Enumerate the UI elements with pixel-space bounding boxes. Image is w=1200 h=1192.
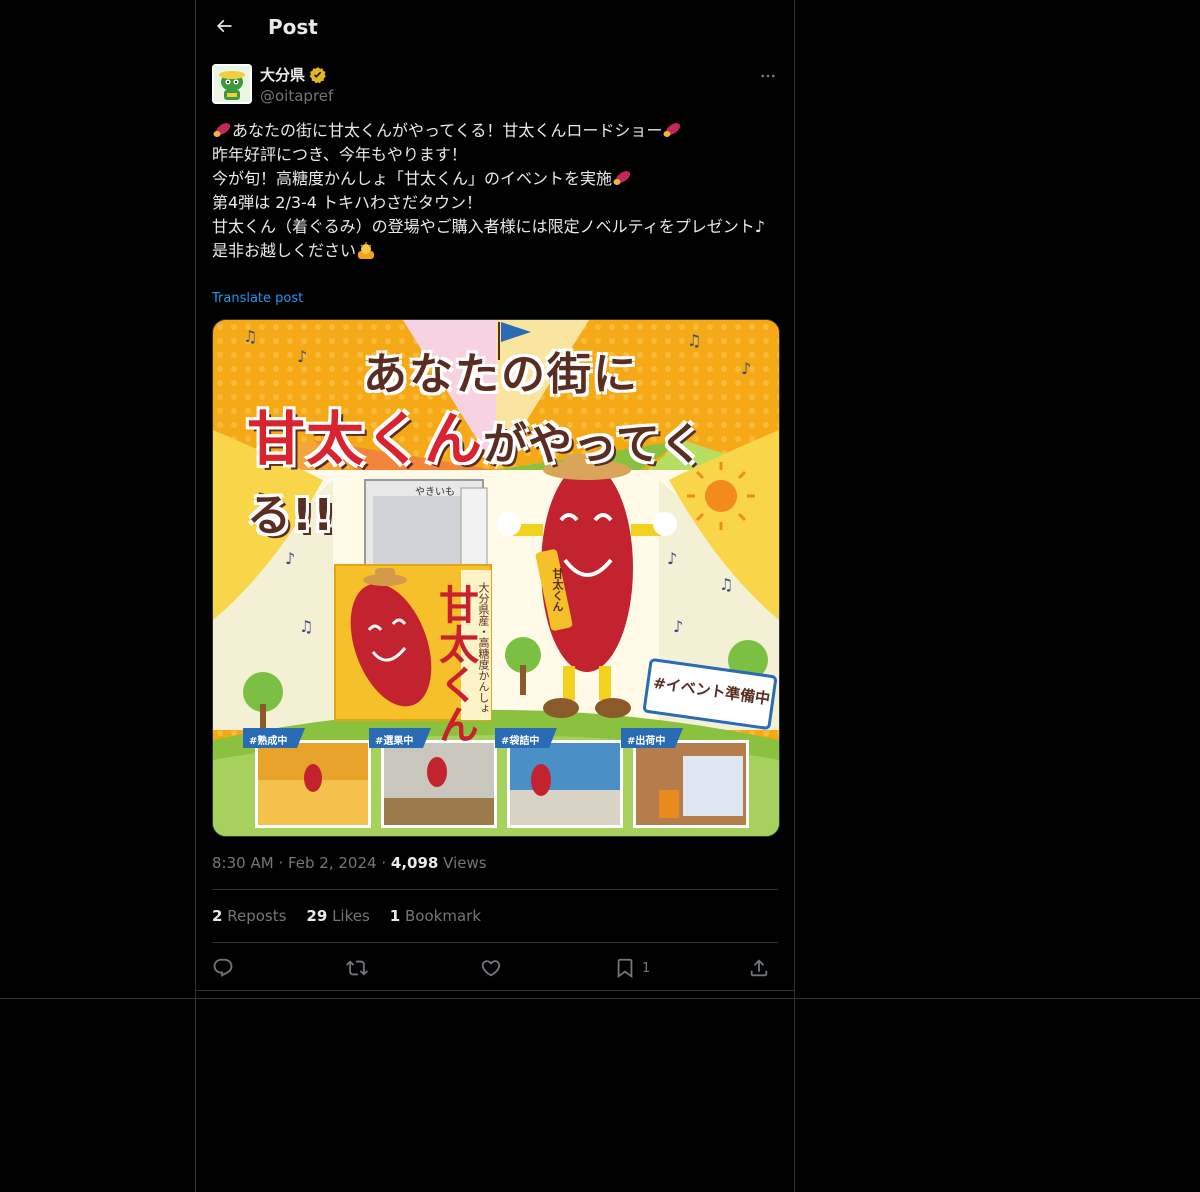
bookmarks-count: 1 <box>389 907 401 925</box>
bookmark-button[interactable]: 1 <box>614 954 650 982</box>
thumb-tag-1: #熟成中 <box>249 736 288 747</box>
like-button[interactable] <box>480 954 502 982</box>
meta-separator: · <box>278 854 288 872</box>
author-handle[interactable]: @oitapref <box>260 86 333 106</box>
divider <box>196 990 794 991</box>
reposts-stat[interactable]: 2 Reposts <box>212 906 286 926</box>
section-divider <box>0 998 1200 999</box>
divider <box>212 889 778 890</box>
views-count: 4,098 <box>390 854 439 872</box>
sweet-potato-emoji <box>662 121 682 139</box>
likes-stat[interactable]: 29 Likes <box>306 906 369 926</box>
avatar[interactable] <box>212 64 252 104</box>
svg-text:♫: ♫ <box>719 575 733 594</box>
column-border-right <box>794 0 795 1192</box>
views-label: Views <box>443 854 487 872</box>
svg-text:♪: ♪ <box>297 347 307 366</box>
post-image[interactable]: ♫ ♪ ♫ ♪ ♫ ♪ ♫ ♫ ♪ ♪ あなたの街に 甘太くんがやってくる!! 甘太くん 大分県… <box>212 319 780 837</box>
column-border-left <box>195 0 196 1192</box>
more-horizontal-icon <box>761 74 775 78</box>
post-date[interactable]: Feb 2, 2024 <box>288 854 377 872</box>
meta-separator: · <box>381 854 391 872</box>
bookmark-count: 1 <box>642 960 651 976</box>
bookmarks-label: Bookmark <box>405 907 482 925</box>
likes-count: 29 <box>306 907 328 925</box>
box-label: 甘太くん <box>432 584 478 744</box>
post-meta: 8:30 AM · Feb 2, 2024 · 4,098 Views <box>212 853 487 873</box>
reposts-count: 2 <box>212 907 223 925</box>
share-icon <box>750 959 768 977</box>
likes-label: Likes <box>332 907 370 925</box>
mascot-sash-label: 甘太くん <box>551 568 564 612</box>
reply-button[interactable] <box>212 954 234 982</box>
post-line-6: 是非お越しください <box>212 241 357 260</box>
svg-text:♪: ♪ <box>285 549 295 568</box>
page-title: Post <box>268 15 318 39</box>
verified-badge-icon <box>309 66 327 84</box>
bookmarks-stat[interactable]: 1 Bookmark <box>390 906 481 926</box>
svg-text:♪: ♪ <box>741 359 751 378</box>
svg-text:♫: ♫ <box>243 327 257 346</box>
post-stats: 2 Reposts 29 Likes 1 Bookmark <box>212 906 481 926</box>
reply-icon <box>213 958 233 977</box>
repost-button[interactable] <box>346 954 368 982</box>
thumb-tag-2: #選果中 <box>375 736 414 747</box>
sweet-potato-emoji <box>212 121 232 139</box>
svg-text:♫: ♫ <box>687 331 701 350</box>
poster-title-line-2: 甘太くんがやってくる!! <box>247 392 779 544</box>
post-line-5: 甘太くん（着ぐるみ）の登場やご購入者様には限定ノベルティをプレゼント♪ <box>212 217 765 236</box>
reposts-label: Reposts <box>227 907 287 925</box>
svg-text:♫: ♫ <box>299 617 313 636</box>
thumb-tag-4: #出荷中 <box>627 736 666 747</box>
sweet-potato-emoji <box>612 169 632 187</box>
svg-text:♪: ♪ <box>667 549 677 568</box>
back-button[interactable] <box>208 10 240 42</box>
divider <box>212 942 778 943</box>
poster-title-mascot-name: 甘太くん <box>247 405 484 473</box>
arrow-left-icon <box>216 19 232 33</box>
post-line-2: 昨年好評につき、今年もやります！ <box>212 145 467 164</box>
svg-text:♪: ♪ <box>673 617 683 636</box>
post-line-4: 第4弾は 2/3-4 トキハわさだタウン！ <box>212 193 483 212</box>
bookmark-icon <box>617 958 633 979</box>
action-bar: 1 <box>212 954 778 982</box>
post-line-1: あなたの街に甘太くんがやってくる！甘太くんロードショー <box>232 121 663 140</box>
page: Post 大分県 @oitapref あなたの街に甘太くんがやってくる！甘太くん… <box>0 0 1200 1192</box>
thumb-tag-3: #袋詰中 <box>501 736 540 747</box>
more-button[interactable] <box>756 64 780 88</box>
translate-post-link[interactable]: Translate post <box>212 290 303 308</box>
post-time[interactable]: 8:30 AM <box>212 854 274 872</box>
box-subtitle: 大分県産・高糖度かんしょ <box>477 582 490 714</box>
heart-icon <box>481 960 501 977</box>
person-bowing-emoji <box>356 241 376 259</box>
stand-label: やきいも <box>415 487 455 498</box>
post-header: Post <box>196 0 794 53</box>
author-name[interactable]: 大分県 <box>260 65 305 85</box>
share-button[interactable] <box>748 954 770 982</box>
post-line-3: 今が旬！高糖度かんしょ「甘太くん」のイベントを実施 <box>212 169 613 188</box>
post-text: あなたの街に甘太くんがやってくる！甘太くんロードショー 昨年好評につき、今年もや… <box>212 119 778 263</box>
author-name-row: 大分県 <box>260 65 327 85</box>
repost-icon <box>346 960 368 976</box>
